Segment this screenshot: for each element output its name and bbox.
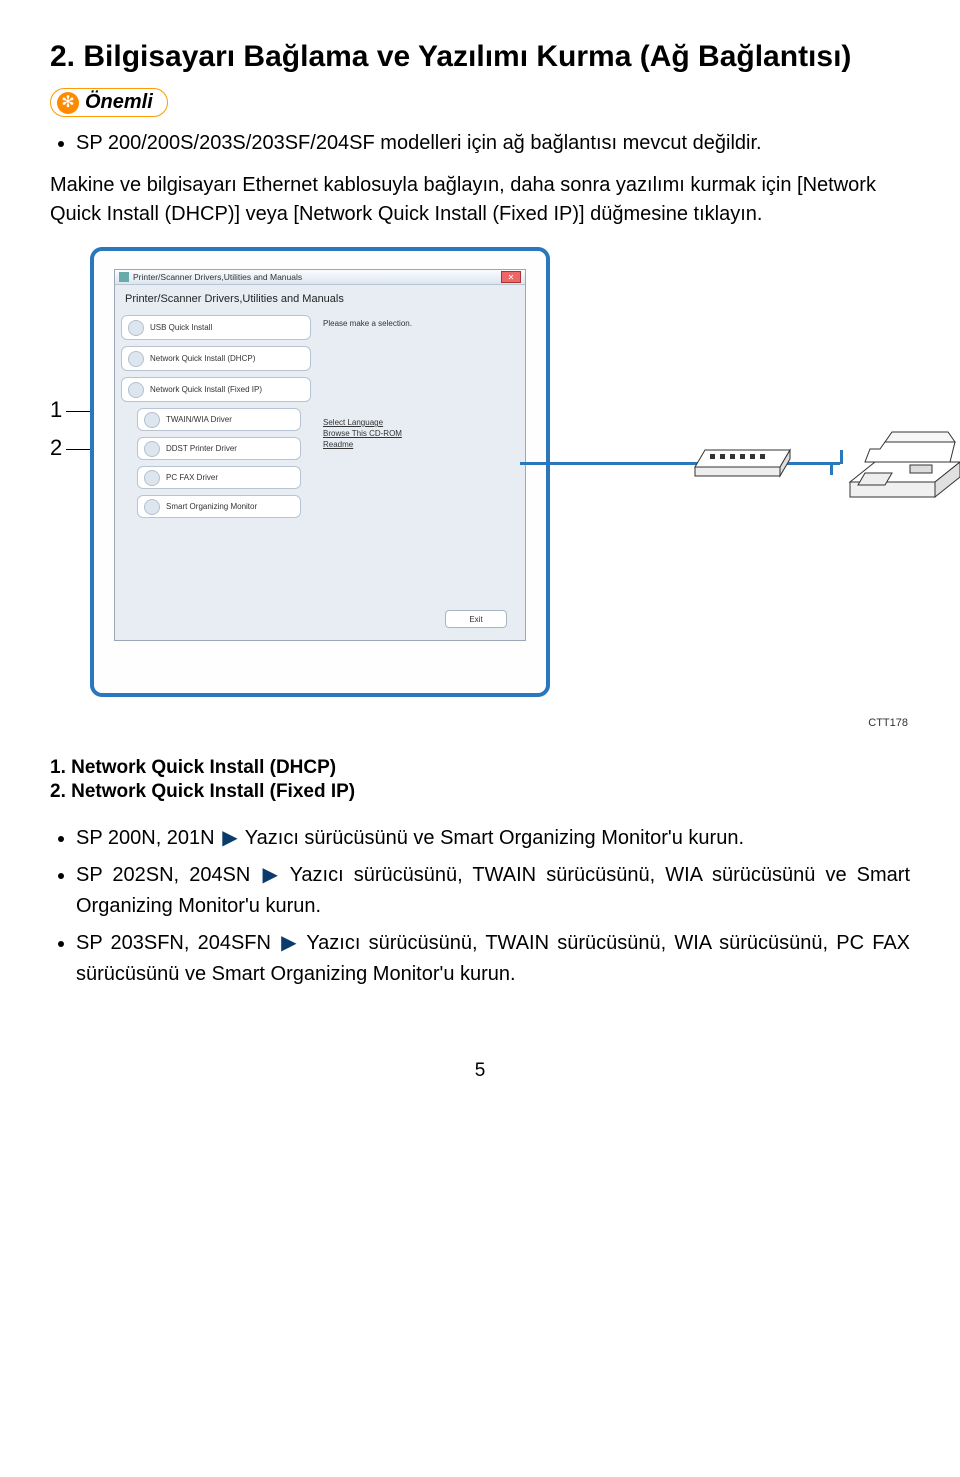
disc-icon — [128, 382, 144, 398]
ddst-button[interactable]: DDST Printer Driver — [137, 437, 301, 460]
arrow-right-icon: ▶ — [281, 928, 296, 959]
label: DDST Printer Driver — [166, 444, 237, 453]
printer-icon — [840, 427, 960, 507]
callout-1: 1 — [50, 397, 62, 423]
intro-bullet: SP 200/200S/203S/203SF/204SF modelleri i… — [76, 129, 910, 157]
important-label: Önemli — [85, 91, 153, 114]
disc-icon — [128, 320, 144, 336]
models: SP 203SFN, 204SFN — [76, 932, 271, 954]
page-number: 5 — [50, 1060, 910, 1082]
list-item: SP 202SN, 204SN ▶ Yazıcı sürücüsünü, TWA… — [76, 860, 910, 922]
models: SP 202SN, 204SN — [76, 864, 250, 886]
legend-1: 1. Network Quick Install (DHCP) — [50, 757, 910, 779]
dialog-titlebar: Printer/Scanner Drivers,Utilities and Ma… — [115, 270, 525, 285]
label: USB Quick Install — [150, 323, 212, 332]
screenshot-frame: Printer/Scanner Drivers,Utilities and Ma… — [90, 247, 550, 697]
network-hub-icon — [690, 442, 800, 482]
list-item: SP 200N, 201N ▶ Yazıcı sürücüsünü ve Sma… — [76, 823, 910, 854]
arrow-right-icon: ▶ — [262, 860, 277, 891]
disc-icon — [144, 499, 160, 515]
disc-icon — [128, 351, 144, 367]
twain-wia-button[interactable]: TWAIN/WIA Driver — [137, 408, 301, 431]
item-text: Yazıcı sürücüsünü ve Smart Organizing Mo… — [245, 827, 744, 849]
select-language-link[interactable]: Select Language — [323, 418, 513, 427]
disc-icon — [144, 412, 160, 428]
instruction-paragraph: Makine ve bilgisayarı Ethernet kablosuyl… — [50, 171, 910, 229]
browse-cdrom-link[interactable]: Browse This CD-ROM — [323, 429, 513, 438]
cable-line — [830, 465, 833, 475]
dialog-icon — [119, 272, 129, 282]
disc-icon — [144, 470, 160, 486]
label: TWAIN/WIA Driver — [166, 415, 232, 424]
disc-icon — [144, 441, 160, 457]
pcfax-button[interactable]: PC FAX Driver — [137, 466, 301, 489]
label: Network Quick Install (DHCP) — [150, 354, 255, 363]
diagram: 1 2 Printer/Scanner Drivers,Utilities an… — [50, 247, 910, 747]
legend-2: 2. Network Quick Install (Fixed IP) — [50, 781, 910, 803]
models: SP 200N, 201N — [76, 827, 215, 849]
figure-legend: 1. Network Quick Install (DHCP) 2. Netwo… — [50, 757, 910, 803]
readme-link[interactable]: Readme — [323, 440, 513, 449]
callout-2: 2 — [50, 435, 62, 461]
network-dhcp-button[interactable]: Network Quick Install (DHCP) — [121, 346, 311, 371]
arrow-right-icon: ▶ — [222, 823, 237, 854]
selection-note: Please make a selection. — [323, 319, 513, 328]
list-item: SP 203SFN, 204SFN ▶ Yazıcı sürücüsünü, T… — [76, 928, 910, 990]
label: Smart Organizing Monitor — [166, 502, 257, 511]
figure-code: CTT178 — [868, 717, 908, 729]
label: Network Quick Install (Fixed IP) — [150, 385, 262, 394]
model-list: SP 200N, 201N ▶ Yazıcı sürücüsünü ve Sma… — [50, 823, 910, 990]
smart-organizing-button[interactable]: Smart Organizing Monitor — [137, 495, 301, 518]
usb-quick-install-button[interactable]: USB Quick Install — [121, 315, 311, 340]
installer-dialog: Printer/Scanner Drivers,Utilities and Ma… — [114, 269, 526, 641]
dialog-title: Printer/Scanner Drivers,Utilities and Ma… — [133, 272, 302, 282]
dialog-header: Printer/Scanner Drivers,Utilities and Ma… — [115, 285, 525, 311]
important-badge: ✻ Önemli — [50, 88, 168, 117]
label: PC FAX Driver — [166, 473, 218, 482]
exit-button[interactable]: Exit — [445, 610, 507, 628]
section-title: 2. Bilgisayarı Bağlama ve Yazılımı Kurma… — [50, 40, 910, 74]
network-fixedip-button[interactable]: Network Quick Install (Fixed IP) — [121, 377, 311, 402]
star-icon: ✻ — [57, 92, 79, 114]
close-icon[interactable]: ✕ — [501, 271, 521, 283]
